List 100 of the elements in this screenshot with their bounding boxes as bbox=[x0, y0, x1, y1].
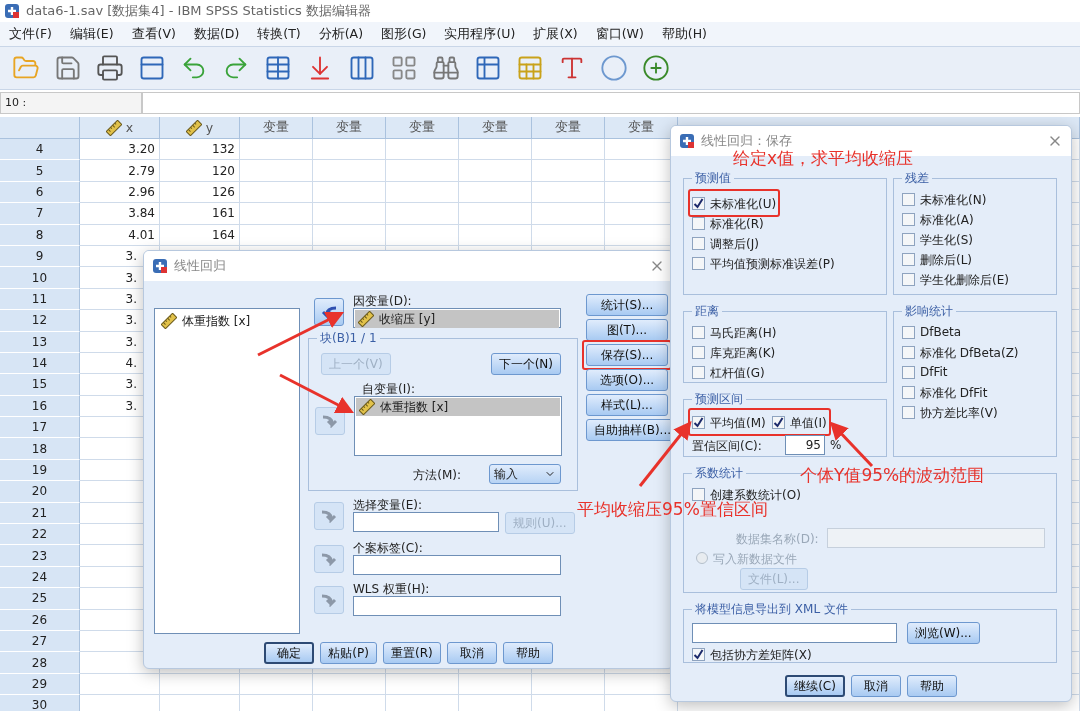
list-item[interactable]: 体重指数 [x] bbox=[182, 312, 251, 330]
columns-icon[interactable] bbox=[348, 54, 376, 82]
row-number[interactable]: 27 bbox=[0, 631, 80, 653]
checkbox-label[interactable]: 标准化 DfFit bbox=[920, 384, 988, 400]
dependent-field[interactable]: 收缩压 [y] bbox=[353, 308, 561, 328]
row-number[interactable]: 6 bbox=[0, 181, 80, 204]
checkbox-label[interactable]: 创建系数统计(O) bbox=[710, 486, 801, 502]
column-header[interactable]: 变量 bbox=[605, 117, 678, 139]
row-number[interactable]: 22 bbox=[0, 524, 80, 546]
checkbox[interactable] bbox=[902, 192, 915, 206]
dialog-button[interactable]: 帮助 bbox=[502, 642, 553, 664]
checkbox-label[interactable]: 库克距离(K) bbox=[710, 344, 776, 360]
checkbox[interactable] bbox=[902, 272, 915, 286]
row-number[interactable]: 7 bbox=[0, 203, 80, 225]
row-number[interactable]: 14 bbox=[0, 352, 80, 375]
checkbox[interactable] bbox=[692, 325, 705, 339]
checkbox[interactable] bbox=[902, 345, 915, 359]
row-number[interactable]: 8 bbox=[0, 224, 80, 246]
input-field[interactable] bbox=[353, 596, 561, 616]
next-button[interactable]: 下一个(N) bbox=[490, 353, 561, 375]
table-icon[interactable] bbox=[264, 54, 292, 82]
input-field[interactable] bbox=[826, 528, 1045, 548]
menu-item[interactable]: 扩展(X) bbox=[524, 25, 587, 43]
dialog-button[interactable]: 帮助 bbox=[906, 675, 957, 697]
dialog-button[interactable]: 取消 bbox=[850, 675, 901, 697]
checkbox-label[interactable]: 调整后(J) bbox=[710, 235, 759, 251]
search-icon[interactable] bbox=[432, 54, 460, 82]
row-number[interactable]: 30 bbox=[0, 695, 80, 711]
column-header[interactable]: y bbox=[160, 117, 240, 139]
menu-item[interactable]: 转换(T) bbox=[248, 25, 310, 43]
checkbox-label[interactable]: 马氏距离(H) bbox=[710, 324, 777, 340]
save-icon[interactable] bbox=[54, 54, 82, 82]
checkbox[interactable] bbox=[692, 256, 705, 270]
checkbox-label[interactable]: 未标准化(N) bbox=[920, 191, 987, 207]
row-number[interactable]: 20 bbox=[0, 481, 80, 503]
checkbox[interactable] bbox=[902, 232, 915, 246]
checkbox-label[interactable]: 学生化删除后(E) bbox=[920, 271, 1009, 287]
checkbox-label[interactable]: 单值(I) bbox=[789, 414, 827, 430]
column-header[interactable]: 变量 bbox=[532, 117, 605, 139]
checkbox[interactable] bbox=[902, 365, 915, 379]
independent-list[interactable]: 体重指数 [x] bbox=[354, 396, 562, 456]
row-number[interactable]: 23 bbox=[0, 545, 80, 567]
menu-item[interactable]: 查看(V) bbox=[122, 25, 185, 43]
browse-button[interactable]: 浏览(W)... bbox=[907, 622, 980, 644]
row-number[interactable]: 4 bbox=[0, 139, 80, 161]
row-number[interactable]: 25 bbox=[0, 588, 80, 610]
row-number[interactable]: 13 bbox=[0, 331, 80, 353]
dialog-button[interactable]: 取消 bbox=[446, 642, 497, 664]
dialog-button[interactable]: 重置(R) bbox=[382, 642, 441, 664]
checkbox[interactable] bbox=[692, 647, 705, 661]
menu-item[interactable]: 帮助(H) bbox=[652, 25, 716, 43]
column-header[interactable]: 变量 bbox=[313, 117, 386, 139]
checkbox-label[interactable]: 学生化(S) bbox=[920, 231, 973, 247]
input-field[interactable] bbox=[353, 555, 561, 575]
checkbox[interactable] bbox=[902, 212, 915, 226]
input-field[interactable] bbox=[692, 623, 897, 643]
checkbox[interactable] bbox=[692, 365, 705, 379]
checkbox-label[interactable]: 协方差比率(V) bbox=[920, 404, 998, 420]
dialog-icon[interactable] bbox=[138, 54, 166, 82]
checkbox-label[interactable]: 标准化(A) bbox=[920, 211, 974, 227]
menu-item[interactable]: 窗口(W) bbox=[586, 25, 653, 43]
row-number[interactable]: 24 bbox=[0, 566, 80, 589]
checkbox-label[interactable]: DfBeta bbox=[920, 324, 962, 340]
printer-icon[interactable] bbox=[96, 54, 124, 82]
checkbox[interactable] bbox=[902, 325, 915, 339]
checkbox[interactable] bbox=[692, 196, 705, 210]
cell-editor-field[interactable] bbox=[142, 92, 1080, 114]
plus-icon[interactable] bbox=[642, 54, 670, 82]
menu-item[interactable]: 实用程序(U) bbox=[435, 25, 525, 43]
column-header[interactable]: 变量 bbox=[240, 117, 313, 139]
dialog-button[interactable]: 选项(O)... bbox=[586, 369, 668, 391]
dialog-button[interactable]: 粘贴(P) bbox=[320, 642, 377, 664]
column-header[interactable]: 变量 bbox=[459, 117, 532, 139]
checkbox[interactable] bbox=[692, 236, 705, 250]
row-number[interactable]: 18 bbox=[0, 438, 80, 460]
row-number[interactable]: 19 bbox=[0, 459, 80, 482]
checkbox[interactable] bbox=[902, 252, 915, 266]
menu-item[interactable]: 图形(G) bbox=[372, 25, 436, 43]
checkbox-label[interactable]: 平均值(M) bbox=[710, 414, 766, 430]
row-number[interactable]: 16 bbox=[0, 395, 80, 418]
row-number[interactable]: 9 bbox=[0, 245, 80, 268]
input-field[interactable] bbox=[353, 512, 499, 532]
method-dropdown[interactable]: 输入 bbox=[489, 464, 561, 484]
dialog-button[interactable]: 确定 bbox=[264, 642, 315, 664]
header-corner[interactable] bbox=[0, 117, 80, 139]
checkbox-label[interactable]: 未标准化(U) bbox=[710, 195, 777, 211]
checkbox-label[interactable]: 标准化 DfBeta(Z) bbox=[920, 344, 1019, 360]
row-number[interactable]: 10 bbox=[0, 267, 80, 289]
checkbox-label[interactable]: 标准化(R) bbox=[710, 215, 764, 231]
dialog-button[interactable]: 统计(S)... bbox=[586, 294, 668, 316]
dialog-button[interactable]: 自助抽样(B)... bbox=[586, 419, 673, 441]
circle-icon[interactable] bbox=[600, 54, 628, 82]
checkbox[interactable] bbox=[902, 385, 915, 399]
checkbox[interactable] bbox=[771, 415, 785, 429]
row-number[interactable]: 15 bbox=[0, 374, 80, 396]
row-number[interactable]: 28 bbox=[0, 652, 80, 674]
menu-item[interactable]: 编辑(E) bbox=[60, 25, 123, 43]
grid-icon[interactable] bbox=[390, 54, 418, 82]
checkbox[interactable] bbox=[692, 415, 705, 429]
dialog-button[interactable]: 保存(S)... bbox=[586, 344, 668, 366]
